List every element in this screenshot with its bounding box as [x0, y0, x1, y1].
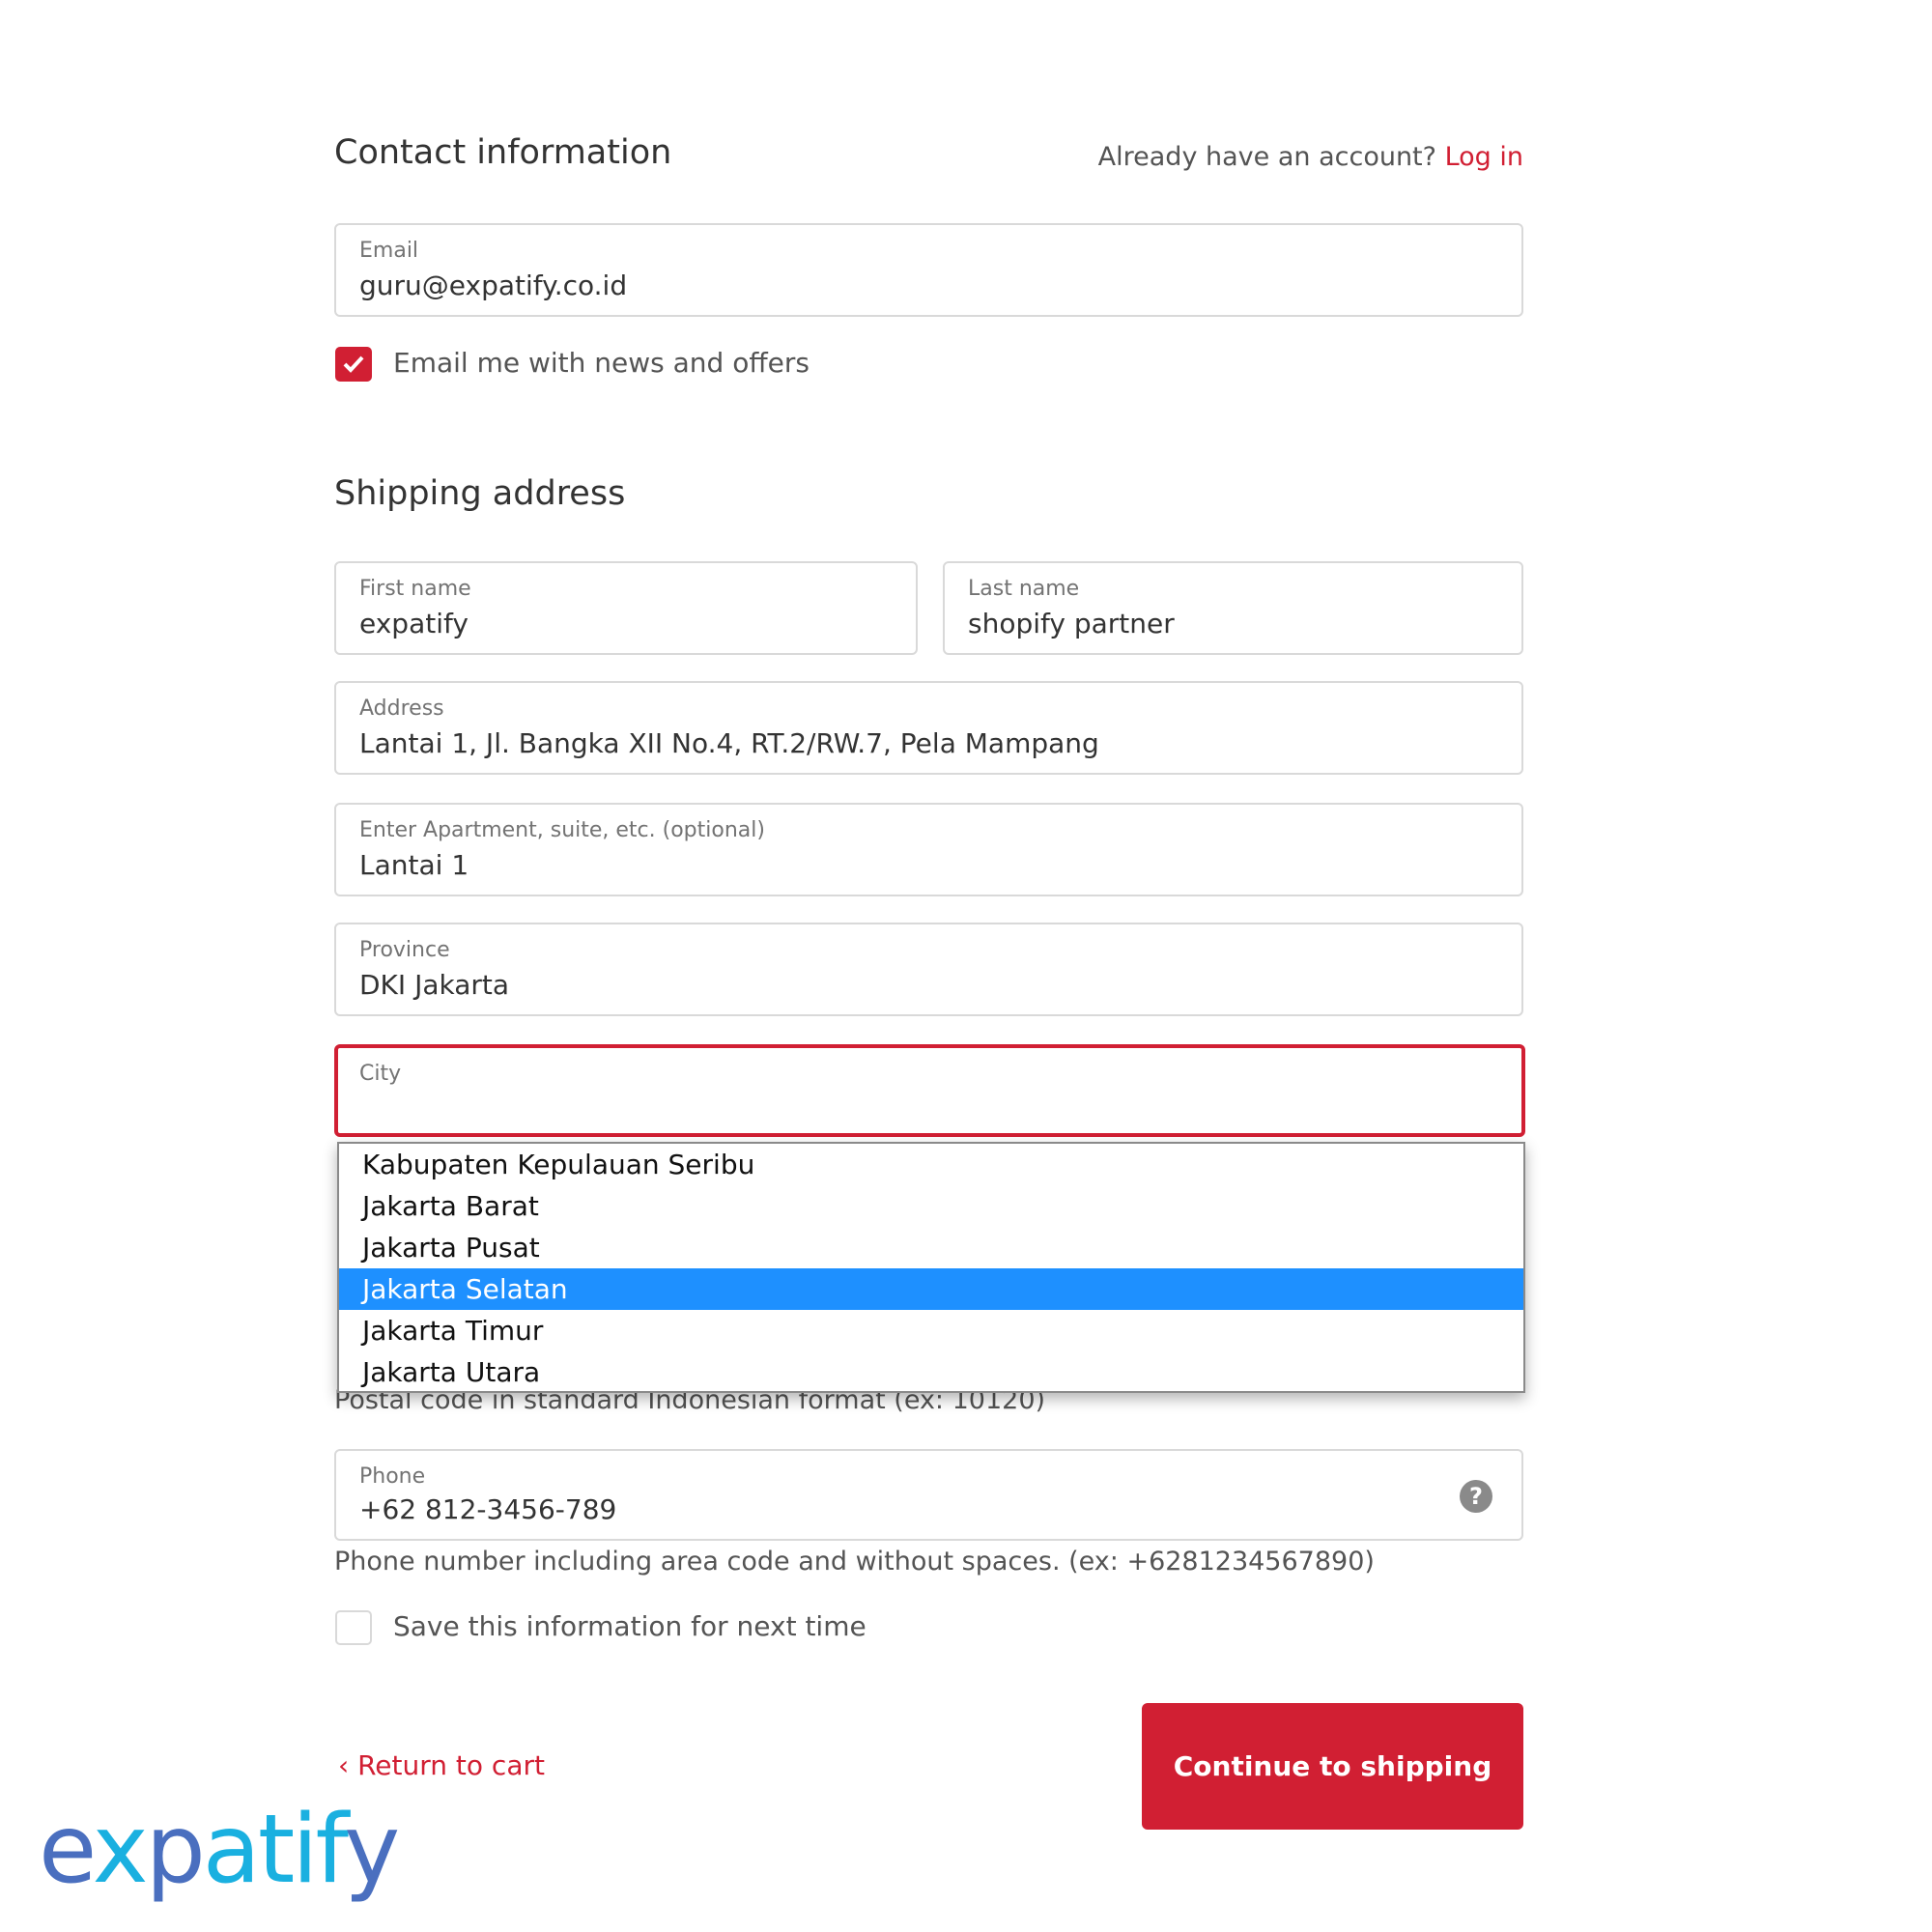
province-value: DKI Jakarta [359, 969, 510, 1001]
newsletter-label: Email me with news and offers [393, 347, 810, 379]
city-option[interactable]: Jakarta Pusat [339, 1227, 1523, 1268]
apartment-value: Lantai 1 [359, 849, 469, 881]
apartment-field[interactable]: Enter Apartment, suite, etc. (optional) … [334, 803, 1523, 896]
phone-label: Phone [359, 1464, 426, 1489]
chevron-left-icon: ‹ [338, 1749, 350, 1781]
email-field[interactable]: Email guru@expatify.co.id [334, 223, 1523, 317]
phone-value: +62 812-3456-789 [359, 1493, 617, 1525]
address-value: Lantai 1, Jl. Bangka XII No.4, RT.2/RW.7… [359, 727, 1099, 759]
apartment-label: Enter Apartment, suite, etc. (optional) [359, 818, 765, 842]
save-info-label: Save this information for next time [393, 1610, 867, 1642]
checkmark-icon [343, 355, 364, 373]
province-field[interactable]: Province DKI Jakarta [334, 923, 1523, 1016]
account-prompt-text: Already have an account? [1097, 142, 1436, 172]
city-option[interactable]: Jakarta Timur [339, 1310, 1523, 1351]
newsletter-checkbox[interactable] [335, 347, 372, 382]
email-label: Email [359, 239, 419, 263]
address-field[interactable]: Address Lantai 1, Jl. Bangka XII No.4, R… [334, 681, 1523, 775]
province-label: Province [359, 938, 450, 962]
address-label: Address [359, 696, 444, 721]
phone-field[interactable]: Phone +62 812-3456-789 ? [334, 1449, 1523, 1541]
first-name-field[interactable]: First name expatify [334, 561, 918, 655]
continue-to-shipping-button[interactable]: Continue to shipping [1142, 1703, 1523, 1830]
city-option[interactable]: Jakarta Barat [339, 1185, 1523, 1227]
return-to-cart-link[interactable]: ‹ Return to cart [338, 1749, 545, 1781]
last-name-label: Last name [968, 577, 1080, 601]
last-name-field[interactable]: Last name shopify partner [943, 561, 1523, 655]
save-info-checkbox[interactable] [335, 1610, 372, 1645]
email-value: guru@expatify.co.id [359, 270, 628, 301]
city-select[interactable]: City [334, 1044, 1525, 1137]
login-link[interactable]: Log in [1445, 142, 1523, 172]
return-to-cart-label: Return to cart [357, 1749, 545, 1781]
help-icon[interactable]: ? [1460, 1480, 1492, 1513]
last-name-value: shopify partner [968, 608, 1175, 639]
city-dropdown[interactable]: Kabupaten Kepulauan Seribu Jakarta Barat… [337, 1142, 1525, 1393]
city-option[interactable]: Jakarta Utara [339, 1351, 1523, 1393]
city-option[interactable]: Kabupaten Kepulauan Seribu [339, 1144, 1523, 1185]
first-name-label: First name [359, 577, 471, 601]
expatify-logo: expatify [39, 1795, 400, 1905]
city-option-highlighted[interactable]: Jakarta Selatan [339, 1268, 1523, 1310]
shipping-title: Shipping address [334, 474, 626, 513]
account-prompt: Already have an account? Log in [1098, 142, 1523, 172]
first-name-value: expatify [359, 608, 469, 639]
contact-title: Contact information [334, 133, 672, 172]
city-label: City [359, 1062, 402, 1086]
phone-help-text: Phone number including area code and wit… [334, 1547, 1375, 1577]
